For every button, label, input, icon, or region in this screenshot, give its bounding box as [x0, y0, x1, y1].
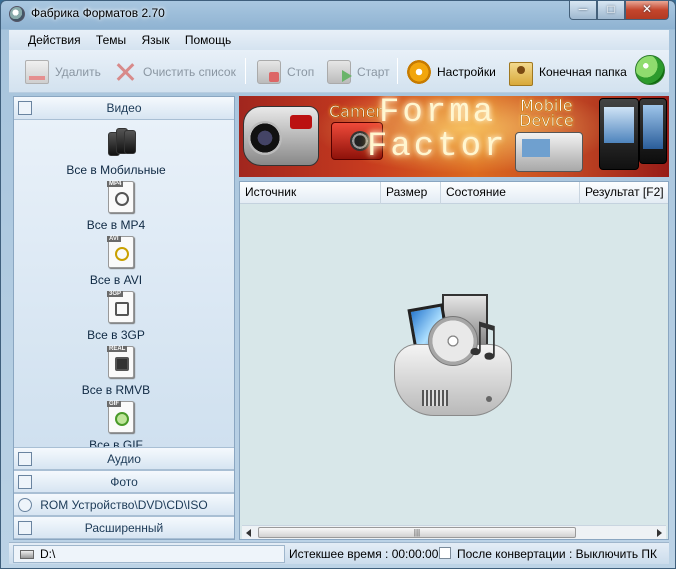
video-item-3gp[interactable]: 3GP Все в 3GP — [14, 291, 218, 343]
video-format-list: Все в Мобильные MP4 Все в MP4 AVI Все в … — [14, 120, 234, 450]
photo-icon — [18, 475, 32, 489]
start-icon — [327, 60, 352, 84]
menu-actions[interactable]: Действия — [9, 30, 87, 47]
close-button[interactable]: ✕ — [625, 1, 669, 20]
scroll-thumb[interactable]: ||| — [258, 527, 576, 538]
video-item-rmvb[interactable]: REAL Все в RMVB — [14, 346, 218, 398]
stop-button[interactable]: Стоп — [257, 58, 314, 86]
category-panel: Видео Все в Мобильные MP4 Все в MP4 AVI — [13, 96, 235, 540]
start-button[interactable]: Старт — [327, 58, 390, 86]
category-photo-header[interactable]: Фото — [14, 470, 234, 493]
smartphone-image — [639, 98, 667, 164]
video-item-label: Все в 3GP — [87, 328, 145, 342]
video-item-label: Все в RMVB — [81, 383, 151, 397]
window-controls: ─ □ ✕ — [569, 1, 669, 20]
after-conversion-label: После конвертации : Выключить ПК — [457, 547, 658, 561]
camcorder-image — [243, 106, 319, 166]
category-video-header[interactable]: Видео — [14, 97, 234, 120]
audio-note-icon — [18, 452, 32, 466]
app-window: Фабрика Форматов 2.70 ─ □ ✕ Действия Тем… — [0, 0, 676, 569]
stop-icon — [257, 60, 281, 84]
minimize-button[interactable]: ─ — [569, 1, 597, 20]
video-header-label: Видео — [106, 101, 142, 115]
window-title: Фабрика Форматов 2.70 — [31, 6, 165, 20]
pda-image — [599, 98, 639, 170]
avi-file-icon: AVI — [107, 236, 134, 268]
3gp-file-icon: 3GP — [107, 291, 134, 323]
settings-label: Настройки — [437, 65, 496, 79]
banner-mobile-device-text: Mobile Device — [519, 96, 574, 130]
video-item-mobile[interactable]: Все в Мобильные — [14, 126, 218, 178]
menu-bar: Действия Темы Язык Помощь — [9, 30, 669, 50]
clear-list-button[interactable]: Очистить список — [113, 58, 236, 86]
scroll-right-arrow[interactable] — [657, 529, 662, 537]
delete-label: Удалить — [55, 65, 101, 79]
output-path-text: D:\ — [40, 547, 56, 561]
elapsed-time: Истекшее время : 00:00:00 — [289, 547, 439, 561]
status-bar: D:\ Истекшее время : 00:00:00 После конв… — [9, 542, 669, 564]
app-icon — [9, 6, 25, 22]
main-panel: Camer Forma Factor Mobile Device Источни… — [239, 96, 669, 540]
horizontal-scrollbar[interactable]: ||| — [242, 525, 666, 539]
video-item-gif[interactable]: GIF Все в GIF — [14, 401, 218, 450]
clear-icon — [113, 60, 137, 84]
output-folder-label: Конечная папка — [539, 65, 627, 79]
video-item-avi[interactable]: AVI Все в AVI — [14, 236, 218, 288]
toolbar-separator — [245, 58, 246, 84]
format-factory-banner: Camer Forma Factor Mobile Device — [239, 96, 669, 177]
banner-factor-text: Factor — [367, 128, 508, 166]
delete-icon — [25, 60, 49, 84]
stop-label: Стоп — [287, 65, 315, 79]
banner-forma-text: Forma — [379, 96, 497, 132]
delete-button[interactable]: Удалить — [25, 58, 101, 86]
disc-icon — [18, 498, 32, 512]
phone-image — [515, 132, 583, 172]
output-path-field[interactable]: D:\ — [13, 545, 285, 563]
video-item-mp4[interactable]: MP4 Все в MP4 — [14, 181, 218, 233]
other-categories: Аудио Фото ROM Устройство\DVD\CD\ISO Рас… — [14, 447, 234, 539]
photo-header-label: Фото — [110, 475, 138, 489]
advanced-header-label: Расширенный — [84, 521, 164, 535]
menu-help[interactable]: Помощь — [179, 30, 237, 47]
column-source[interactable]: Источник — [240, 182, 381, 204]
clear-list-label: Очистить список — [143, 65, 236, 79]
column-status[interactable]: Состояние — [441, 182, 580, 204]
folder-icon — [509, 61, 533, 86]
settings-button[interactable]: Настройки — [407, 58, 496, 86]
shutdown-checkbox[interactable] — [439, 547, 451, 559]
toolbar-separator — [397, 58, 398, 84]
category-audio-header[interactable]: Аудио — [14, 447, 234, 470]
drive-icon — [20, 550, 34, 559]
rmvb-file-icon: REAL — [107, 346, 134, 378]
settings-gear-icon — [407, 60, 431, 84]
toolbar: Удалить Очистить список Стоп Старт Настр… — [9, 50, 669, 93]
globe-icon[interactable] — [635, 55, 665, 85]
file-list-header: Источник Размер Состояние Результат [F2] — [240, 182, 668, 204]
gif-file-icon: GIF — [107, 401, 134, 433]
start-label: Старт — [357, 65, 390, 79]
video-category-icon — [18, 101, 32, 115]
video-item-label: Все в MP4 — [86, 218, 146, 232]
audio-header-label: Аудио — [107, 452, 141, 466]
mp4-file-icon: MP4 — [107, 181, 134, 213]
output-folder-button[interactable]: Конечная папка — [509, 58, 627, 86]
video-item-label: Все в AVI — [89, 273, 143, 287]
rom-header-label: ROM Устройство\DVD\CD\ISO — [40, 498, 208, 512]
file-list[interactable]: Источник Размер Состояние Результат [F2]… — [239, 181, 669, 540]
column-result[interactable]: Результат [F2] — [580, 182, 668, 204]
title-bar: Фабрика Форматов 2.70 ─ □ ✕ — [1, 1, 675, 27]
menu-language[interactable]: Язык — [135, 30, 175, 47]
scroll-left-arrow[interactable] — [246, 529, 251, 537]
category-rom-header[interactable]: ROM Устройство\DVD\CD\ISO — [14, 493, 234, 516]
video-item-label: Все в Мобильные — [66, 163, 166, 177]
format-factory-logo: ♫ — [390, 292, 516, 420]
category-advanced-header[interactable]: Расширенный — [14, 516, 234, 539]
mobile-phones-icon — [106, 126, 138, 158]
advanced-icon — [18, 521, 32, 535]
banner-camera-text: Camer — [329, 102, 383, 122]
menu-themes[interactable]: Темы — [90, 30, 132, 47]
column-size[interactable]: Размер — [381, 182, 441, 204]
maximize-button[interactable]: □ — [597, 1, 625, 20]
